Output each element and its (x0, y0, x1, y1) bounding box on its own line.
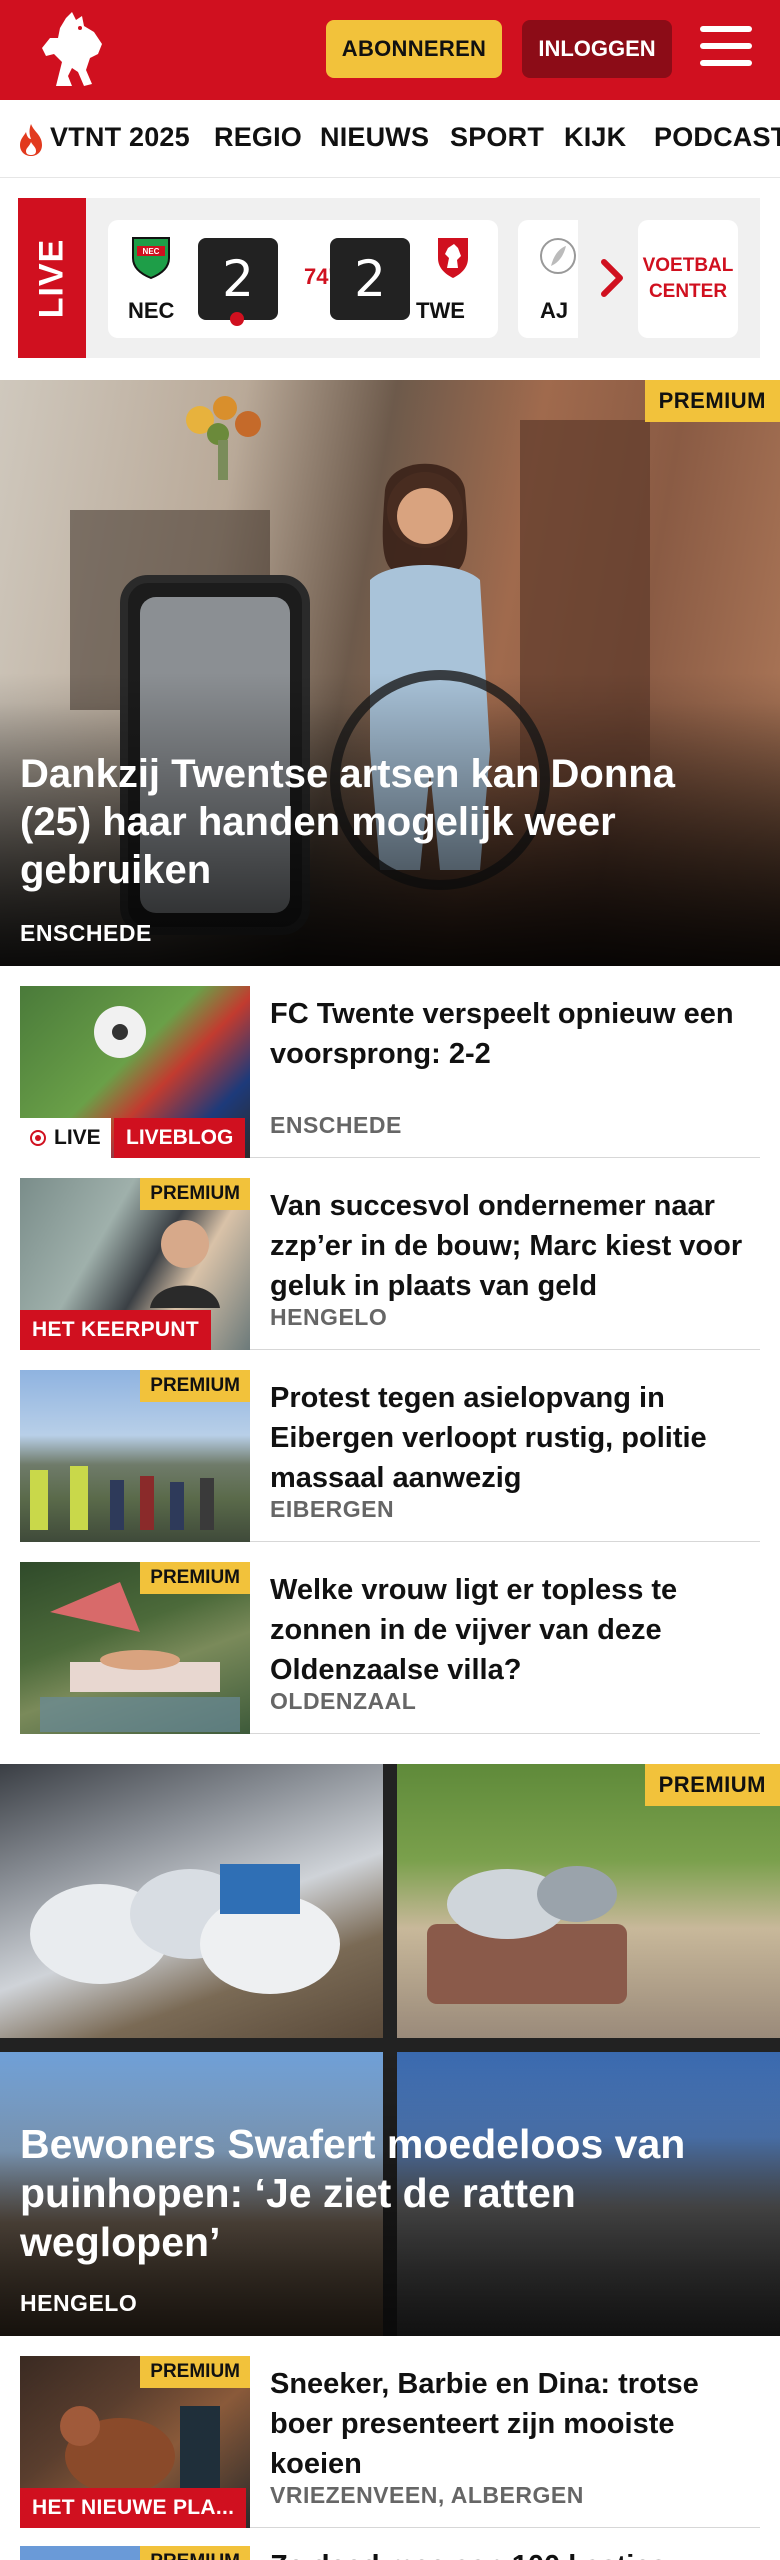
chevron-right-icon[interactable] (592, 248, 632, 308)
live-label: LIVE (18, 198, 86, 358)
premium-badge: PREMIUM (140, 1562, 250, 1594)
flame-icon (20, 124, 42, 156)
nav-item-kijk[interactable]: KIJK (564, 122, 626, 153)
article-thumbnail: PREMIUM HET NIEUWE PLA... (20, 2356, 250, 2528)
live-badge: LIVE (20, 1118, 111, 1158)
home-team-name: NEC (128, 298, 175, 323)
premium-badge: PREMIUM (140, 2356, 250, 2388)
premium-badge: PREMIUM (140, 1370, 250, 1402)
article-thumbnail: PREMIUM (20, 1562, 250, 1734)
article-location: OLDENZAAL (270, 1688, 417, 1714)
menu-icon[interactable] (700, 26, 752, 72)
article-title[interactable]: Sneeker, Barbie en Dina: trotse boer pre… (270, 2364, 760, 2484)
horse-logo-icon[interactable] (36, 8, 108, 92)
double-hero-location: HENGELO (20, 2290, 138, 2316)
pond-sunbed-image (40, 1582, 240, 1732)
list-item[interactable]: PREMIUM Protest tegen asielopvang in Eib… (20, 1350, 760, 1542)
football-image (94, 1006, 146, 1058)
man-in-car-image (150, 1220, 220, 1308)
article-title[interactable]: Ze deed mee aan 100 kastjes... (270, 2546, 691, 2560)
article-thumbnail: LIVE LIVEBLOG (20, 986, 250, 1158)
ajax-crest-icon (540, 238, 576, 274)
home-score: 2 (198, 238, 278, 320)
nav-item-nieuws[interactable]: NIEUWS (320, 122, 429, 153)
away-score: 2 (330, 238, 410, 320)
voetbal-center-button[interactable]: VOETBAL CENTER (638, 220, 738, 338)
premium-badge: PREMIUM (140, 1178, 250, 1210)
nav-item-regio[interactable]: REGIO (214, 122, 302, 153)
next-match-card[interactable]: AJ (518, 220, 578, 338)
fc-twente-crest-icon (438, 238, 468, 278)
svg-text:NEC: NEC (143, 247, 160, 256)
record-icon (30, 1130, 46, 1146)
hero-title[interactable]: Dankzij Twentse artsen kan Donna (25) ha… (20, 750, 740, 894)
premium-badge: PREMIUM (644, 1764, 780, 1806)
series-label: HET NIEUWE PLA... (20, 2488, 247, 2528)
voetbal-center-label-2: CENTER (648, 281, 728, 302)
list-item[interactable]: PREMIUM Ze deed mee aan 100 kastjes... (20, 2546, 760, 2560)
login-button[interactable]: INLOGGEN (522, 20, 672, 78)
liveblog-badge: LIVEBLOG (114, 1118, 246, 1158)
article-location: HENGELO (270, 1304, 388, 1330)
live-match-card[interactable]: NEC NEC 2 74' 2 TWE (108, 220, 498, 338)
double-image-article[interactable]: PREMIUM Bewoners Swafert moedeloos van p… (0, 1764, 780, 2336)
next-team-name: AJ (540, 298, 569, 323)
article-title[interactable]: Welke vrouw ligt er topless te zonnen in… (270, 1570, 760, 1690)
article-location: ENSCHEDE (270, 1112, 402, 1138)
premium-badge: PREMIUM (140, 2546, 250, 2560)
crowd-image (30, 1466, 214, 1530)
double-hero-title[interactable]: Bewoners Swafert moedeloos van puinhopen… (20, 2120, 740, 2267)
article-location: EIBERGEN (270, 1496, 395, 1522)
main-nav: VTNT 2025 REGIO NIEUWS SPORT KIJK PODCAS… (0, 100, 780, 178)
away-team-name: TWE (416, 298, 465, 323)
article-title[interactable]: Protest tegen asielopvang in Eibergen ve… (270, 1378, 760, 1498)
nav-item-sport[interactable]: SPORT (450, 122, 544, 153)
list-item[interactable]: PREMIUM HET KEERPUNT Van succesvol onder… (20, 1158, 760, 1350)
hero-location: ENSCHEDE (20, 920, 152, 946)
article-thumbnail: PREMIUM (20, 2546, 250, 2560)
hero-article[interactable]: PREMIUM Dankzij Twentse artsen kan Donna… (0, 380, 780, 966)
voetbal-center-label-1: VOETBAL (642, 255, 734, 276)
article-title[interactable]: Van succesvol ondernemer naar zzp’er in … (270, 1186, 760, 1306)
live-scores-bar: LIVE NEC NEC 2 74' 2 TWE AJ VOETBAL CENTE… (18, 198, 760, 358)
article-thumbnail: PREMIUM (20, 1370, 250, 1542)
subscribe-button[interactable]: ABONNEREN (326, 20, 502, 78)
premium-badge: PREMIUM (644, 380, 780, 422)
nav-item-vtnt[interactable]: VTNT 2025 (50, 122, 190, 153)
nec-crest-icon: NEC (132, 237, 170, 280)
article-thumbnail: PREMIUM HET KEERPUNT (20, 1178, 250, 1350)
top-header: ABONNEREN INLOGGEN (0, 0, 780, 100)
article-location: VRIEZENVEEN, ALBERGEN (270, 2482, 584, 2508)
series-label: HET KEERPUNT (20, 1310, 211, 1350)
list-item[interactable]: PREMIUM HET NIEUWE PLA... Sneeker, Barbi… (20, 2336, 760, 2528)
article-title[interactable]: FC Twente verspeelt opnieuw een voorspro… (270, 994, 760, 1074)
list-item[interactable]: PREMIUM Welke vrouw ligt er topless te z… (20, 1542, 760, 1734)
nav-item-podcast[interactable]: PODCAST (654, 122, 780, 153)
list-item[interactable]: LIVE LIVEBLOG FC Twente verspeelt opnieu… (20, 966, 760, 1158)
live-indicator-dot (230, 312, 244, 326)
